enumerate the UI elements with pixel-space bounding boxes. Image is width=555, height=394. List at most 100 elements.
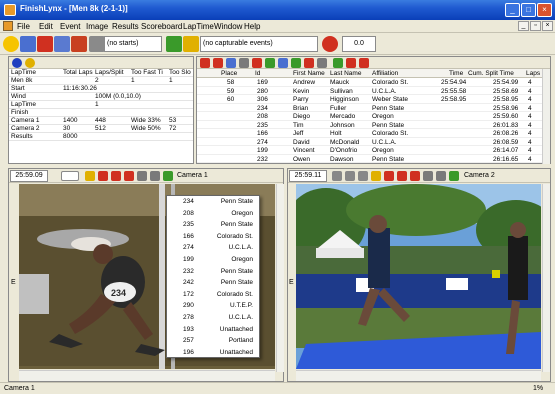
menu-results[interactable]: Results bbox=[112, 22, 139, 31]
camera1-tool-icon-7[interactable] bbox=[163, 171, 173, 181]
camera2-tool-icon-6[interactable] bbox=[397, 171, 407, 181]
minimize-button[interactable]: _ bbox=[505, 3, 520, 17]
event-info-row[interactable]: Finish bbox=[9, 109, 193, 117]
mdi-restore-button[interactable]: ▫ bbox=[530, 21, 541, 31]
col-id[interactable]: Id bbox=[255, 70, 260, 77]
stopwatch-runner-icon[interactable] bbox=[54, 36, 70, 52]
results-row[interactable]: 235 Tim Johnson Penn State 26:01.83 4 bbox=[197, 121, 550, 129]
popup-item[interactable]: 257 Portland bbox=[167, 335, 259, 347]
results-row[interactable]: 274 David McDonald U.C.L.A. 26:08.59 4 bbox=[197, 138, 550, 146]
tool-icon-5[interactable] bbox=[252, 58, 262, 68]
info-icon[interactable] bbox=[12, 58, 22, 68]
tool-icon-6[interactable] bbox=[265, 58, 275, 68]
popup-item[interactable]: 232 Penn State bbox=[167, 266, 259, 278]
menu-help[interactable]: Help bbox=[244, 22, 260, 31]
camera2-tool-icon-10[interactable] bbox=[449, 171, 459, 181]
tool-icon-7[interactable] bbox=[278, 58, 288, 68]
tool-icon-1[interactable] bbox=[200, 58, 210, 68]
col-cum-split[interactable]: Cum. Split Time bbox=[468, 70, 514, 77]
results-row[interactable]: 234 Brian Fuller Penn State 25:58.96 4 bbox=[197, 104, 550, 112]
menu-image[interactable]: Image bbox=[86, 22, 108, 31]
event-info-row[interactable]: Camera 2 30 512 Wide 50% 72 bbox=[9, 125, 193, 133]
col-laps[interactable]: Laps bbox=[526, 70, 540, 77]
sort-icon[interactable] bbox=[25, 58, 35, 68]
results-row[interactable]: 208 Diego Mercado Oregon 25:59.60 4 bbox=[197, 112, 550, 121]
start-runner-icon[interactable] bbox=[20, 36, 36, 52]
tool-icon-4[interactable] bbox=[239, 58, 249, 68]
camera1-vscrollbar[interactable] bbox=[276, 184, 284, 372]
event-info-row[interactable]: LapTime Total Laps Laps/Split Too Fast Ti To… bbox=[9, 69, 193, 77]
mdi-close-button[interactable]: × bbox=[542, 21, 553, 31]
menu-laptime[interactable]: LapTime bbox=[183, 22, 214, 31]
col-place[interactable]: Place bbox=[221, 70, 237, 77]
menu-event[interactable]: Event bbox=[60, 22, 80, 31]
event-info-row[interactable]: Men 8k 2 1 1 bbox=[9, 77, 193, 85]
col-first-name[interactable]: First Name bbox=[293, 70, 325, 77]
relay-runner-icon[interactable] bbox=[71, 36, 87, 52]
camera2-tool-icon-4[interactable] bbox=[371, 171, 381, 181]
event-info-row[interactable]: Start 11:16:30.26 bbox=[9, 85, 193, 93]
results-row[interactable]: 232 Owen Dawson Penn State 26:16.65 4 bbox=[197, 155, 550, 163]
tool-icon-12[interactable] bbox=[346, 58, 356, 68]
camera2-vscrollbar[interactable] bbox=[542, 184, 550, 372]
popup-item[interactable]: 193 Unattached bbox=[167, 324, 259, 336]
camera2-tool-icon-8[interactable] bbox=[423, 171, 433, 181]
athlete-popup-list[interactable]: 234 Penn State 208 Oregon 235 Penn State 166 Co… bbox=[166, 195, 260, 358]
popup-item[interactable]: 199 Oregon bbox=[167, 254, 259, 266]
camera-runner-icon[interactable] bbox=[166, 36, 182, 52]
camera1-tool-icon-3[interactable] bbox=[111, 171, 121, 181]
popup-item[interactable]: 290 U.T.E.P. bbox=[167, 300, 259, 312]
popup-item[interactable]: 235 Penn State bbox=[167, 219, 259, 231]
camera2-tool-icon-7[interactable] bbox=[410, 171, 420, 181]
tool-icon-2[interactable] bbox=[213, 58, 223, 68]
menu-window[interactable]: Window bbox=[214, 22, 242, 31]
popup-item[interactable]: 234 Penn State bbox=[167, 196, 259, 208]
camera2-tool-icon-5[interactable] bbox=[384, 171, 394, 181]
tool-icon-13[interactable] bbox=[359, 58, 369, 68]
camera1-tool-icon-5[interactable] bbox=[137, 171, 147, 181]
event-info-row[interactable]: LapTime 1 bbox=[9, 101, 193, 109]
popup-item[interactable]: 242 Penn State bbox=[167, 277, 259, 289]
capture-select[interactable]: (no capturable events) bbox=[200, 36, 318, 52]
capture-icon[interactable] bbox=[322, 36, 338, 52]
camera1-tool-icon-4[interactable] bbox=[124, 171, 134, 181]
results-row[interactable]: 199 Vincent D'Onofrio Oregon 26:14.07 4 bbox=[197, 146, 550, 155]
event-info-row[interactable]: Results 8000 bbox=[9, 133, 193, 141]
popup-item[interactable]: 208 Oregon bbox=[167, 208, 259, 220]
results-scrollbar[interactable] bbox=[542, 69, 550, 164]
tool-icon-9[interactable] bbox=[304, 58, 314, 68]
event-info-row[interactable]: Wind 100M (0.0,10.0) bbox=[9, 93, 193, 101]
camera2-tool-icon-1[interactable] bbox=[332, 171, 342, 181]
results-row[interactable]: 60 306 Parry Higginson Weber State 25:58.95 25… bbox=[197, 95, 550, 104]
tool-icon-11[interactable] bbox=[333, 58, 343, 68]
camera2-view[interactable] bbox=[296, 184, 541, 369]
col-last-name[interactable]: Last Name bbox=[330, 70, 361, 77]
tool-icon-8[interactable] bbox=[291, 58, 301, 68]
popup-item[interactable]: 278 U.C.L.A. bbox=[167, 312, 259, 324]
results-row[interactable]: 58 169 Andrew Mauck Colorado St. 25:54.94 25:5… bbox=[197, 78, 550, 87]
camera1-hscrollbar[interactable] bbox=[19, 370, 275, 381]
sprint-runner-icon[interactable] bbox=[37, 36, 53, 52]
camera2-tool-icon-3[interactable] bbox=[358, 171, 368, 181]
event-info-row[interactable]: Camera 1 1400 448 Wide 33% 53 bbox=[9, 117, 193, 125]
menu-file[interactable]: File bbox=[17, 22, 30, 31]
camera1-tool-icon-1[interactable] bbox=[85, 171, 95, 181]
camera1-tool-icon-6[interactable] bbox=[150, 171, 160, 181]
results-row[interactable]: 166 Jeff Holt Colorado St. 26:08.26 4 bbox=[197, 129, 550, 138]
close-window-button[interactable]: × bbox=[537, 3, 552, 17]
start-gun-icon[interactable] bbox=[89, 36, 105, 52]
print-icon[interactable] bbox=[317, 58, 327, 68]
camera1-field[interactable] bbox=[61, 171, 79, 181]
col-affiliation[interactable]: Affiliation bbox=[372, 70, 398, 77]
camera1-tool-icon-2[interactable] bbox=[98, 171, 108, 181]
results-row[interactable]: 59 280 Kevin Sullivan U.C.L.A. 25:55.58 25:58.… bbox=[197, 87, 550, 95]
maximize-button[interactable]: □ bbox=[521, 3, 536, 17]
popup-item[interactable]: 196 Unattached bbox=[167, 347, 259, 359]
camera2-hscrollbar[interactable] bbox=[296, 370, 541, 381]
search-icon[interactable] bbox=[226, 58, 236, 68]
col-time[interactable]: Time bbox=[449, 70, 463, 77]
menu-scoreboard[interactable]: Scoreboard bbox=[141, 22, 182, 31]
popup-item[interactable]: 166 Colorado St. bbox=[167, 231, 259, 243]
camera2-tool-icon-9[interactable] bbox=[436, 171, 446, 181]
popup-item[interactable]: 172 Colorado St. bbox=[167, 289, 259, 301]
